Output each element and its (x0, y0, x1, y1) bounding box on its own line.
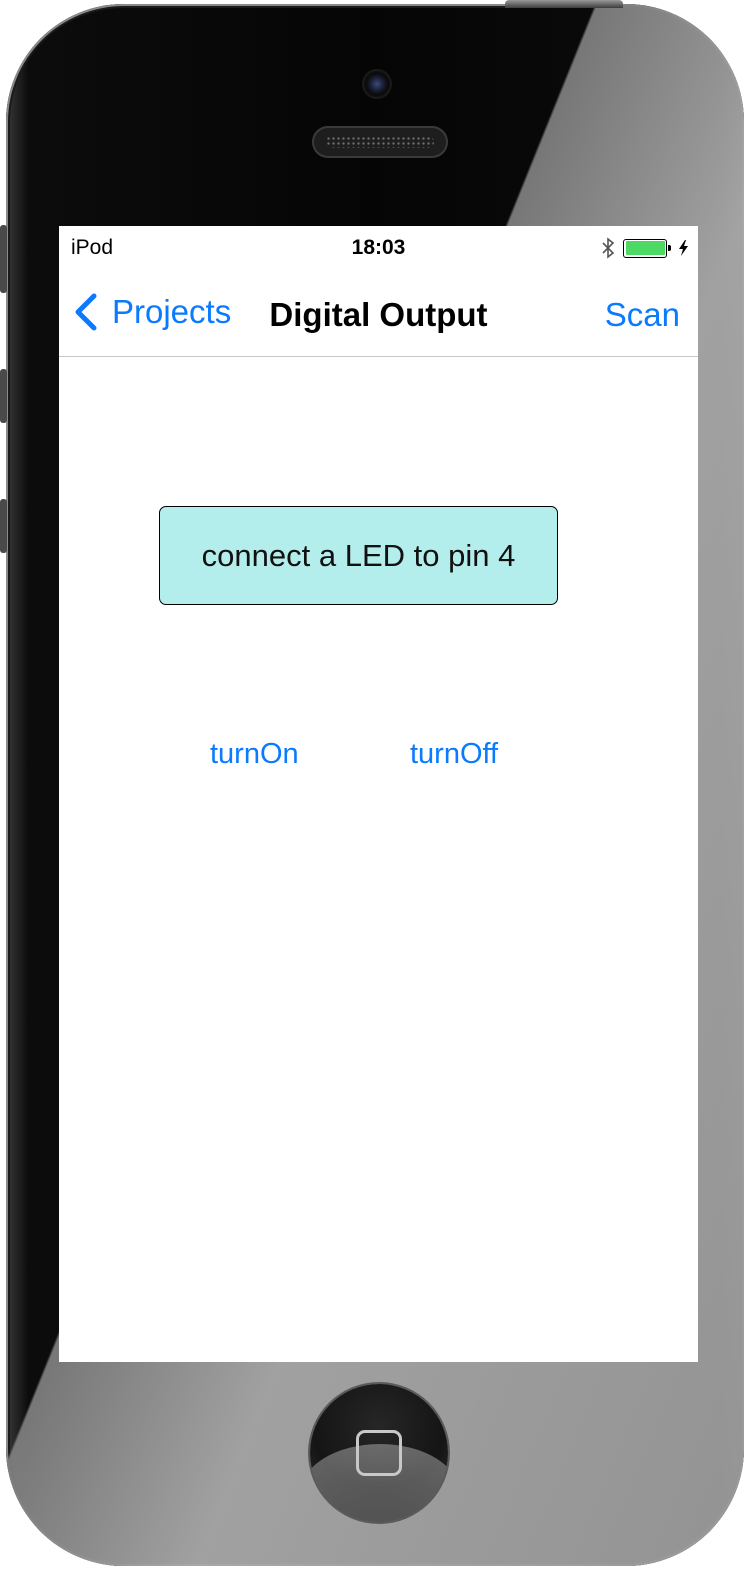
mute-switch (0, 225, 7, 293)
status-bar: iPod 18:03 (59, 226, 698, 270)
battery-fill (625, 241, 665, 255)
volume-up-button (0, 369, 7, 423)
turn-on-button[interactable]: turnOn (210, 738, 299, 771)
volume-down-button (0, 499, 7, 553)
home-square-icon (356, 1430, 402, 1476)
sleep-wake-button (505, 0, 623, 8)
battery-icon (623, 238, 671, 258)
scan-button[interactable]: Scan (605, 296, 680, 334)
instruction-label: connect a LED to pin 4 (159, 506, 558, 605)
earpiece-speaker (312, 126, 448, 158)
front-camera (364, 71, 390, 97)
home-button[interactable] (310, 1384, 448, 1522)
battery-tip (668, 244, 671, 251)
bluetooth-icon (601, 237, 615, 259)
turn-off-button[interactable]: turnOff (410, 738, 498, 771)
charging-bolt-icon (679, 240, 688, 256)
speaker-grill (326, 136, 434, 148)
instruction-text: connect a LED to pin 4 (201, 537, 516, 573)
navigation-bar: Projects Digital Output Scan (59, 270, 698, 357)
status-indicators (601, 237, 688, 259)
screen: iPod 18:03 Projects Digital Output Scan … (59, 226, 698, 1362)
page-title: Digital Output (269, 296, 488, 333)
